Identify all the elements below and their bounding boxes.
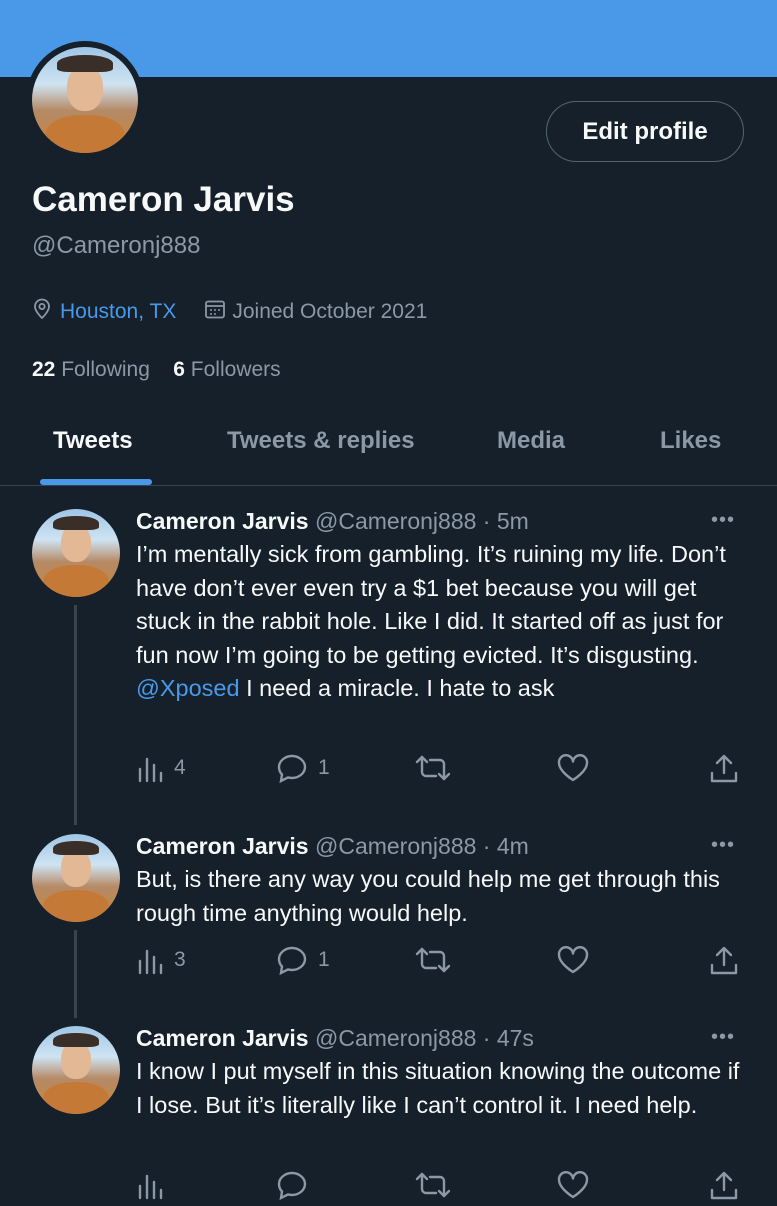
tweet-header: Cameron Jarvis @Cameronj888 · 47s bbox=[136, 1025, 534, 1052]
tab-media[interactable]: Media bbox=[497, 427, 565, 455]
tab-tweets-replies[interactable]: Tweets & replies bbox=[227, 427, 415, 455]
calendar-icon bbox=[204, 298, 226, 326]
reply-button[interactable]: 1 bbox=[276, 753, 330, 783]
views-icon bbox=[136, 945, 164, 975]
retweet-icon bbox=[414, 945, 452, 975]
tweet-text: But, is there any way you could help me … bbox=[136, 866, 720, 926]
reply-button[interactable]: 1 bbox=[276, 945, 330, 975]
tab-tweets[interactable]: Tweets bbox=[53, 427, 133, 455]
share-button[interactable] bbox=[708, 945, 740, 977]
edit-profile-button[interactable]: Edit profile bbox=[546, 101, 744, 162]
retweet-button[interactable] bbox=[414, 945, 452, 975]
share-icon bbox=[708, 945, 740, 977]
tab-likes[interactable]: Likes bbox=[660, 427, 721, 455]
reply-icon bbox=[276, 753, 308, 783]
more-icon[interactable]: ••• bbox=[711, 834, 735, 857]
followers-link[interactable]: 6 Followers bbox=[173, 358, 280, 381]
avatar[interactable] bbox=[32, 1026, 120, 1114]
tweet-actions bbox=[0, 1170, 777, 1206]
tweet-header: Cameron Jarvis @Cameronj888 · 4m bbox=[136, 833, 529, 860]
like-button[interactable] bbox=[556, 753, 590, 783]
tweet-author-handle[interactable]: @Cameronj888 · 4m bbox=[315, 833, 529, 859]
share-button[interactable] bbox=[708, 753, 740, 785]
retweet-button[interactable] bbox=[414, 753, 452, 783]
more-icon[interactable]: ••• bbox=[711, 1026, 735, 1049]
retweet-icon bbox=[414, 1170, 452, 1200]
views-button[interactable] bbox=[136, 1170, 164, 1200]
like-icon bbox=[556, 945, 590, 975]
location-pin-icon bbox=[32, 298, 52, 326]
tweet-text: I’m mentally sick from gambling. It’s ru… bbox=[136, 541, 726, 701]
profile-joined: Joined October 2021 bbox=[232, 300, 428, 323]
like-button[interactable] bbox=[556, 945, 590, 975]
active-tab-indicator bbox=[40, 479, 152, 485]
tweet-actions: 4 1 bbox=[0, 753, 777, 789]
tweet-text: I know I put myself in this situation kn… bbox=[136, 1058, 740, 1118]
thread-line bbox=[74, 605, 77, 825]
views-button[interactable]: 3 bbox=[136, 945, 186, 975]
like-icon bbox=[556, 753, 590, 783]
profile-meta: Houston, TX Joined October 2021 bbox=[32, 298, 427, 326]
like-icon bbox=[556, 1170, 590, 1200]
retweet-button[interactable] bbox=[414, 1170, 452, 1200]
profile-avatar[interactable] bbox=[26, 41, 144, 159]
avatar[interactable] bbox=[32, 509, 120, 597]
share-icon bbox=[708, 753, 740, 785]
follow-stats: 22 Following 6 Followers bbox=[32, 358, 281, 382]
profile-location[interactable]: Houston, TX bbox=[60, 300, 176, 324]
reply-button[interactable] bbox=[276, 1170, 308, 1200]
profile-name: Cameron Jarvis bbox=[32, 180, 295, 219]
more-icon[interactable]: ••• bbox=[711, 509, 735, 532]
retweet-icon bbox=[414, 753, 452, 783]
tweet-header: Cameron Jarvis @Cameronj888 · 5m bbox=[136, 508, 529, 535]
tweet-author-name[interactable]: Cameron Jarvis bbox=[136, 508, 309, 534]
tweet-author-name[interactable]: Cameron Jarvis bbox=[136, 1025, 309, 1051]
avatar-image bbox=[32, 47, 138, 153]
tweet-author-handle[interactable]: @Cameronj888 · 47s bbox=[315, 1025, 534, 1051]
mention-link[interactable]: @Xposed bbox=[136, 675, 240, 701]
views-icon bbox=[136, 753, 164, 783]
avatar[interactable] bbox=[32, 834, 120, 922]
like-button[interactable] bbox=[556, 1170, 590, 1200]
views-button[interactable]: 4 bbox=[136, 753, 186, 783]
share-icon bbox=[708, 1170, 740, 1202]
views-icon bbox=[136, 1170, 164, 1200]
tweet-actions: 3 1 bbox=[0, 945, 777, 981]
profile-handle: @Cameronj888 bbox=[32, 232, 201, 259]
following-link[interactable]: 22 Following bbox=[32, 358, 150, 381]
tweet-author-handle[interactable]: @Cameronj888 · 5m bbox=[315, 508, 529, 534]
reply-icon bbox=[276, 945, 308, 975]
reply-icon bbox=[276, 1170, 308, 1200]
share-button[interactable] bbox=[708, 1170, 740, 1202]
profile-tabs: Tweets Tweets & replies Media Likes bbox=[0, 415, 777, 486]
tweet-author-name[interactable]: Cameron Jarvis bbox=[136, 833, 309, 859]
